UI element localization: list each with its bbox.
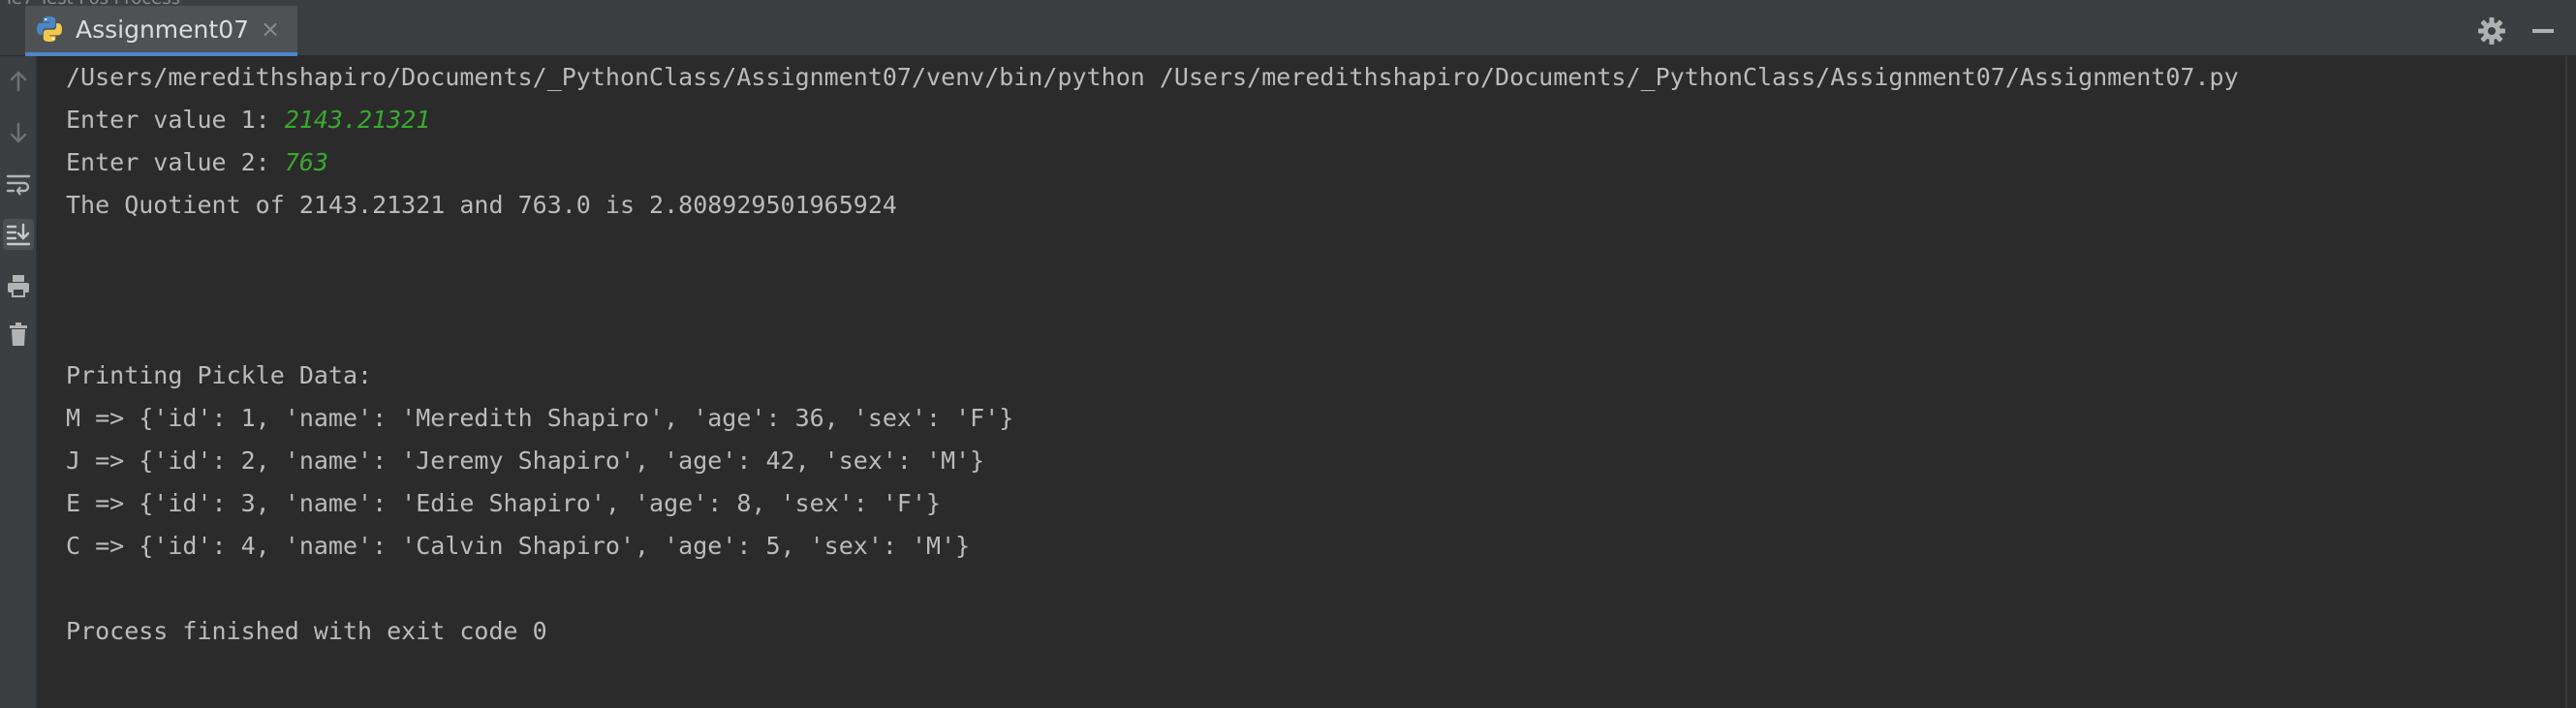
user-input-1: 2143.21321 (284, 106, 431, 134)
prompt-1: Enter value 1: (66, 106, 285, 134)
pickle-row: J => {'id': 2, 'name': 'Jeremy Shapiro',… (66, 446, 985, 475)
prompt-2: Enter value 2: (66, 148, 285, 176)
python-icon (37, 16, 62, 42)
pickle-header: Printing Pickle Data: (66, 361, 373, 389)
pickle-row: M => {'id': 1, 'name': 'Meredith Shapiro… (66, 404, 1014, 432)
tab-label: Assignment07 (76, 15, 250, 44)
down-arrow-icon[interactable] (3, 117, 34, 148)
scroll-to-end-icon[interactable] (3, 219, 34, 250)
soft-wrap-icon[interactable] (3, 169, 34, 200)
close-icon[interactable]: × (261, 17, 280, 41)
input-line-1: Enter value 1: 2143.21321 (66, 99, 430, 141)
exit-message: Process finished with exit code 0 (66, 617, 547, 645)
console-toolbar (0, 56, 37, 708)
up-arrow-icon[interactable] (3, 66, 34, 97)
tool-window-tabbar: Assignment07 × (0, 6, 2576, 56)
gear-icon[interactable] (2476, 15, 2507, 46)
quotient-line: The Quotient of 2143.21321 and 763.0 is … (66, 191, 897, 219)
print-icon[interactable] (3, 270, 34, 301)
input-line-2: Enter value 2: 763 (66, 141, 328, 184)
console-output[interactable]: /Users/meredithshapiro/Documents/_Python… (66, 56, 2546, 645)
user-input-2: 763 (284, 148, 328, 176)
command-line: /Users/meredithshapiro/Documents/_Python… (66, 63, 2239, 91)
scrollbar-track[interactable] (2565, 56, 2567, 708)
tab-assignment07[interactable]: Assignment07 × (25, 6, 298, 56)
trash-icon[interactable] (3, 319, 34, 350)
pickle-row: C => {'id': 4, 'name': 'Calvin Shapiro',… (66, 532, 971, 560)
pickle-row: E => {'id': 3, 'name': 'Edie Shapiro', '… (66, 489, 942, 517)
minus-icon[interactable] (2532, 29, 2554, 33)
